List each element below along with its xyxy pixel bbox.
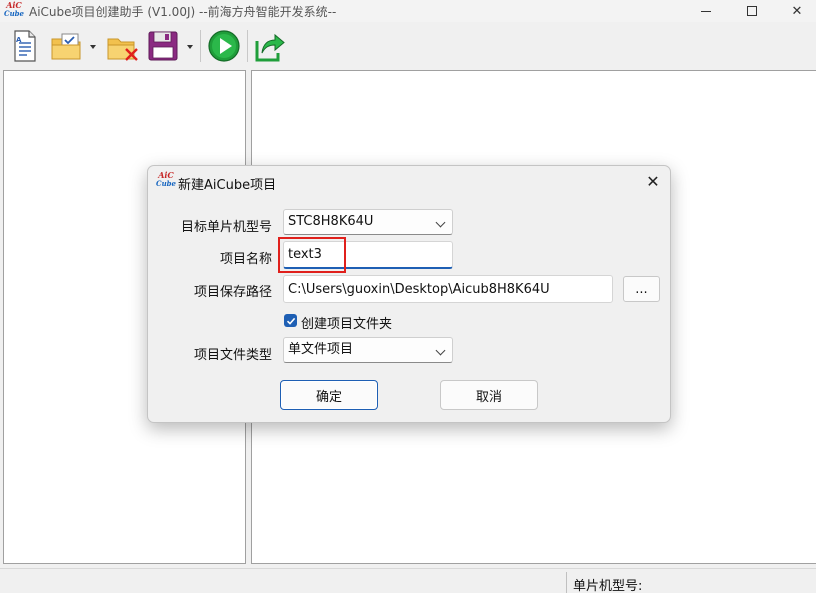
toolbar-separator: [200, 30, 201, 62]
svg-text:A: A: [16, 36, 22, 44]
mcu-model-label: 目标单片机型号: [180, 220, 272, 235]
run-icon: [208, 30, 240, 62]
dialog-logo: AiC Cube: [156, 170, 177, 188]
status-mcu-label: 单片机型号:: [573, 579, 643, 593]
browse-path-button[interactable]: ...: [623, 276, 660, 302]
close-window-button[interactable]: ✕: [774, 0, 816, 22]
project-type-value: 单文件项目: [288, 342, 354, 357]
close-folder-icon: [107, 38, 138, 61]
save-button[interactable]: [147, 29, 179, 63]
dialog-header: AiC Cube 新建AiCube项目 ✕: [148, 166, 670, 196]
maximize-icon: [747, 6, 757, 16]
project-name-label: 项目名称: [219, 252, 272, 267]
export-button[interactable]: [254, 29, 286, 63]
checkmark-icon: [286, 317, 295, 325]
new-project-dialog: AiC Cube 新建AiCube项目 ✕ 目标单片机型号 STC8H8K64U …: [147, 165, 671, 423]
close-icon: ✕: [791, 3, 803, 19]
toolbar-separator: [247, 30, 248, 62]
minimize-icon: [701, 10, 711, 12]
open-dropdown-caret[interactable]: [90, 45, 96, 49]
toolbar: A: [0, 24, 816, 68]
status-divider: [566, 572, 567, 593]
dialog-close-button[interactable]: ✕: [642, 170, 664, 192]
chevron-down-icon: [435, 345, 446, 356]
project-type-select[interactable]: 单文件项目: [283, 337, 453, 363]
status-bar: 单片机型号:: [0, 568, 816, 593]
mcu-model-select[interactable]: STC8H8K64U: [283, 209, 453, 235]
dialog-title: 新建AiCube项目: [178, 178, 277, 193]
ok-button[interactable]: 确定: [280, 380, 378, 410]
close-icon: ✕: [646, 171, 660, 191]
project-path-input[interactable]: [283, 275, 613, 303]
title-bar: AiC Cube AiCube项目创建助手 (V1.00J) --前海方舟智能开发…: [0, 0, 816, 22]
window-title: AiCube项目创建助手 (V1.00J) --前海方舟智能开发系统--: [29, 5, 337, 19]
save-icon: [148, 31, 178, 61]
new-document-icon: A: [14, 30, 36, 62]
export-icon: [255, 33, 285, 62]
project-type-label: 项目文件类型: [193, 348, 272, 363]
minimize-button[interactable]: [683, 0, 729, 22]
project-name-input[interactable]: [283, 241, 453, 269]
chevron-down-icon: [435, 217, 446, 228]
open-project-button[interactable]: [50, 29, 84, 63]
close-project-button[interactable]: [106, 29, 140, 63]
create-folder-checkbox[interactable]: [284, 314, 297, 327]
app-logo: AiC Cube: [4, 0, 25, 18]
create-folder-label[interactable]: 创建项目文件夹: [301, 313, 392, 332]
run-button[interactable]: [207, 29, 241, 63]
project-path-label: 项目保存路径: [193, 285, 272, 300]
save-dropdown-caret[interactable]: [187, 45, 193, 49]
maximize-button[interactable]: [729, 0, 775, 22]
cancel-button[interactable]: 取消: [440, 380, 538, 410]
mcu-model-value: STC8H8K64U: [288, 214, 374, 229]
open-folder-icon: [51, 33, 81, 60]
new-document-button[interactable]: A: [10, 29, 40, 63]
